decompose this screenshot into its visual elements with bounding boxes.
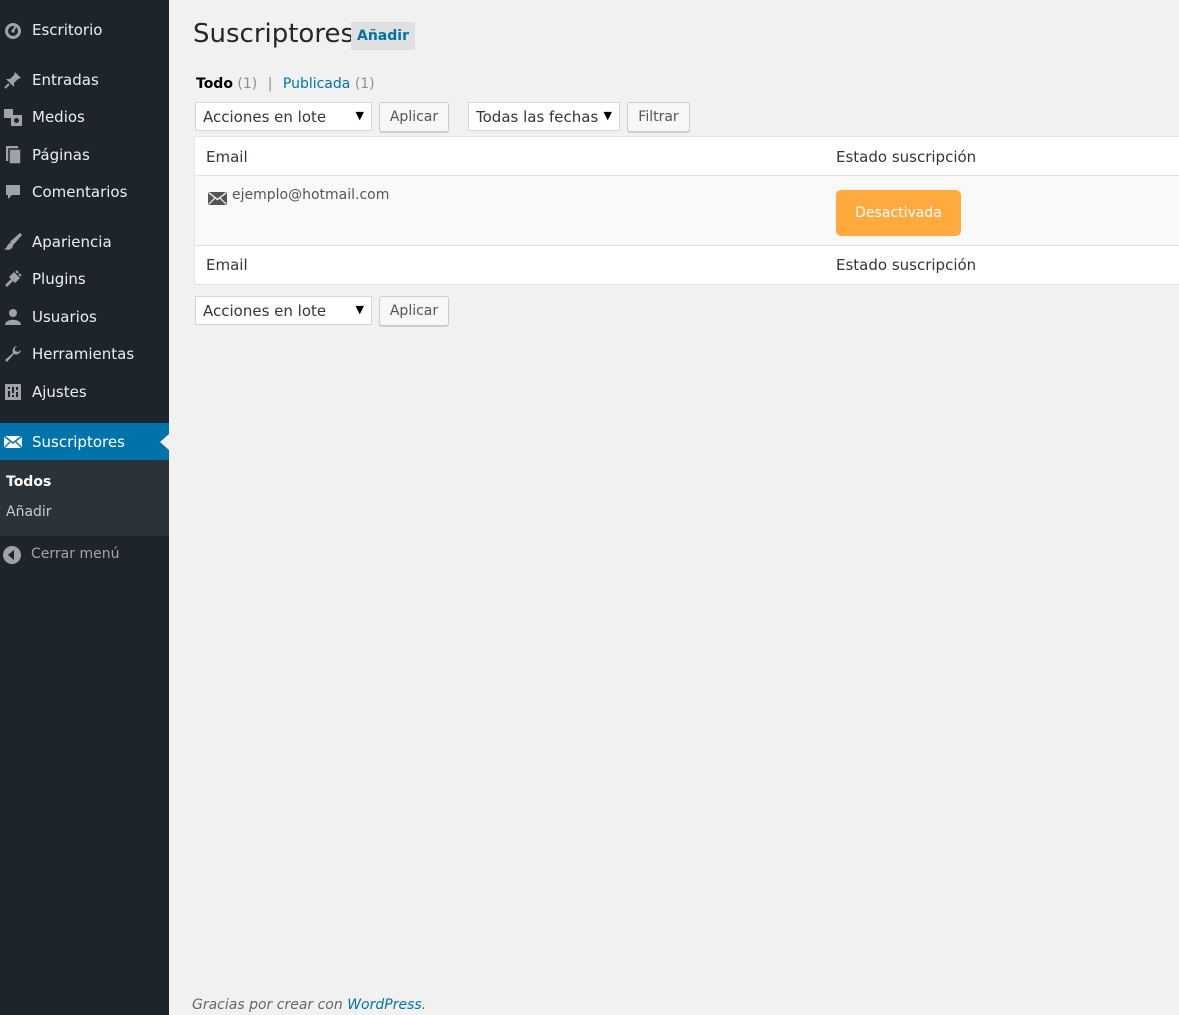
column-header-email[interactable]: Email — [206, 148, 248, 166]
collapse-menu-button[interactable]: Cerrar menú — [0, 540, 169, 570]
chevron-down-icon: ▼ — [355, 109, 364, 122]
column-header-status[interactable]: Estado suscripción — [836, 148, 976, 166]
current-menu-arrow — [160, 433, 169, 450]
sidebar-item-plugins[interactable]: Plugins — [0, 261, 169, 297]
sidebar-item-label: Entradas — [32, 71, 99, 89]
filter-published-link[interactable]: Publicada — [283, 76, 350, 92]
wrench-icon — [3, 344, 23, 364]
dashboard-icon — [3, 20, 23, 40]
page-title: Suscriptores — [193, 19, 355, 49]
footer-suffix: . — [421, 997, 427, 1013]
settings-icon — [3, 382, 23, 402]
footer-text: Gracias por crear con — [192, 997, 348, 1013]
chevron-down-icon: ▼ — [603, 109, 612, 122]
user-icon — [3, 307, 23, 327]
plug-icon — [3, 269, 23, 289]
submenu-item-anadir[interactable]: Añadir — [6, 504, 52, 520]
mail-icon — [3, 432, 23, 452]
sidebar-item-label: Ajustes — [32, 383, 87, 401]
sidebar-item-usuarios[interactable]: Usuarios — [0, 299, 169, 335]
envelope-icon — [208, 190, 227, 205]
sidebar-item-label: Páginas — [32, 146, 90, 164]
subscribers-table: Email Estado suscripción ejemplo@hotmail… — [194, 136, 1179, 285]
sidebar-item-medios[interactable]: Medios — [0, 99, 169, 135]
admin-sidebar: Escritorio Entradas Medios Páginas Comen… — [0, 0, 169, 1015]
sidebar-item-ajustes[interactable]: Ajustes — [0, 374, 169, 410]
apply-button-bottom[interactable]: Aplicar — [379, 296, 449, 326]
brush-icon — [3, 232, 23, 252]
sidebar-item-label: Medios — [32, 108, 85, 126]
filter-published-count: (1) — [354, 76, 375, 92]
bulk-actions-select-bottom[interactable]: Acciones en lote ▼ — [195, 296, 372, 325]
sidebar-item-label: Apariencia — [32, 233, 112, 251]
filter-all-link[interactable]: Todo — [196, 76, 233, 92]
table-row: ejemplo@hotmail.com Desactivada — [195, 176, 1179, 245]
collapse-arrow-icon — [3, 546, 21, 564]
sidebar-item-suscriptores[interactable]: Suscriptores — [0, 423, 169, 460]
sidebar-item-apariencia[interactable]: Apariencia — [0, 224, 169, 260]
sidebar-item-label: Herramientas — [32, 345, 135, 363]
sidebar-item-label: Escritorio — [32, 21, 103, 39]
bulk-actions-select-top[interactable]: Acciones en lote ▼ — [195, 102, 372, 131]
admin-footer: Gracias por crear con WordPress. — [192, 997, 426, 1013]
submenu-item-todos[interactable]: Todos — [6, 474, 51, 490]
sidebar-item-label: Comentarios — [32, 183, 128, 201]
submenu: Todos Añadir — [0, 460, 169, 536]
subscription-status-button[interactable]: Desactivada — [836, 190, 961, 236]
table-header-row: Email Estado suscripción — [195, 137, 1179, 176]
sidebar-item-comentarios[interactable]: Comentarios — [0, 174, 169, 210]
collapse-menu-label: Cerrar menú — [31, 546, 120, 562]
pin-icon — [3, 70, 23, 90]
bulk-actions-selected: Acciones en lote — [203, 108, 327, 126]
sidebar-item-label: Suscriptores — [32, 432, 125, 451]
date-filter-select[interactable]: Todas las fechas ▼ — [468, 102, 620, 131]
pages-icon — [3, 145, 23, 165]
sidebar-item-escritorio[interactable]: Escritorio — [0, 12, 169, 48]
sidebar-item-label: Usuarios — [32, 308, 97, 326]
status-filter-links: Todo (1) | Publicada (1) — [196, 76, 375, 92]
sidebar-item-label: Plugins — [32, 270, 86, 288]
filter-all-count: (1) — [237, 76, 258, 92]
subscriber-email[interactable]: ejemplo@hotmail.com — [232, 187, 389, 203]
column-footer-email[interactable]: Email — [206, 256, 248, 274]
apply-button-top[interactable]: Aplicar — [379, 102, 449, 132]
sidebar-item-entradas[interactable]: Entradas — [0, 62, 169, 98]
sidebar-item-herramientas[interactable]: Herramientas — [0, 336, 169, 372]
filter-button[interactable]: Filtrar — [627, 102, 690, 132]
wordpress-link[interactable]: WordPress — [347, 997, 421, 1013]
sidebar-item-paginas[interactable]: Páginas — [0, 137, 169, 173]
bulk-actions-selected: Acciones en lote — [203, 302, 327, 320]
media-icon — [3, 107, 23, 127]
add-new-button[interactable]: Añadir — [351, 22, 415, 50]
table-footer-row: Email Estado suscripción — [195, 245, 1179, 284]
date-filter-selected: Todas las fechas — [476, 108, 599, 126]
chevron-down-icon: ▼ — [355, 303, 364, 316]
filter-separator: | — [267, 76, 273, 92]
comment-icon — [3, 182, 23, 202]
column-footer-status[interactable]: Estado suscripción — [836, 256, 976, 274]
